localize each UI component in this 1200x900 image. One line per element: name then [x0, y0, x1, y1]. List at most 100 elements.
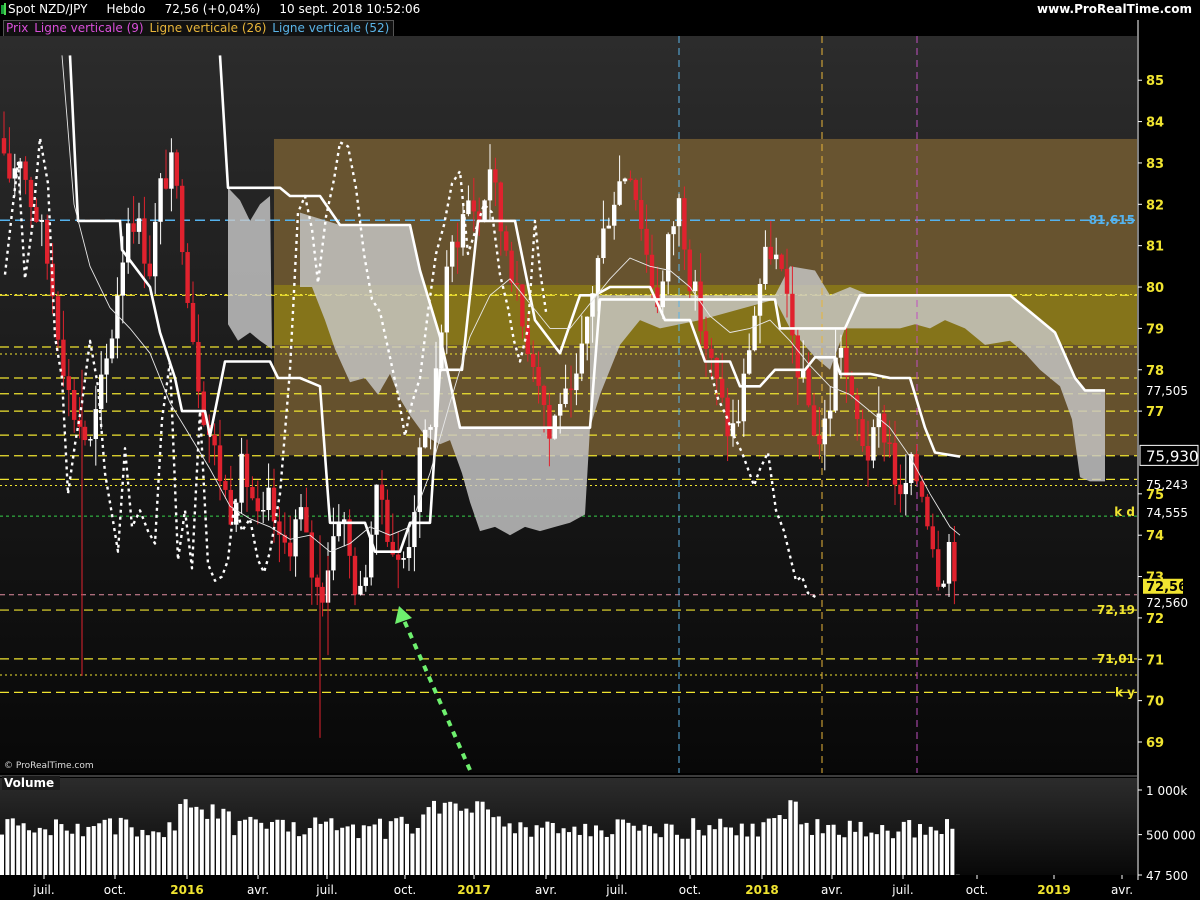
candle-down[interactable] — [163, 178, 169, 189]
volume-bar[interactable] — [934, 830, 939, 875]
volume-bar[interactable] — [518, 822, 523, 875]
candle-up[interactable] — [482, 200, 487, 220]
candle-down[interactable] — [309, 532, 314, 578]
volume-bar[interactable] — [567, 832, 571, 875]
volume-bar[interactable] — [372, 824, 377, 875]
candle-down[interactable] — [201, 391, 206, 425]
candle-down[interactable] — [379, 484, 385, 500]
candle-down[interactable] — [639, 199, 644, 229]
candle-down[interactable] — [849, 376, 854, 396]
volume-bar[interactable] — [513, 833, 517, 875]
volume-bar[interactable] — [928, 826, 933, 875]
candle-up[interactable] — [423, 429, 428, 448]
volume-bar[interactable] — [642, 824, 647, 875]
volume-bar[interactable] — [950, 828, 955, 875]
candle-up[interactable] — [401, 558, 406, 560]
volume-bar[interactable] — [577, 834, 582, 875]
candle-up[interactable] — [358, 585, 363, 595]
volume-bar[interactable] — [237, 820, 242, 875]
candle-down[interactable] — [180, 185, 185, 253]
candle-down[interactable] — [806, 368, 811, 406]
volume-bar[interactable] — [658, 837, 663, 875]
volume-bar[interactable] — [480, 801, 485, 875]
candle-down[interactable] — [698, 281, 703, 332]
volume-bar[interactable] — [167, 822, 172, 875]
candle-down[interactable] — [320, 586, 325, 603]
volume-bar[interactable] — [70, 833, 75, 875]
volume-bar[interactable] — [864, 836, 868, 875]
candle-down[interactable] — [817, 435, 822, 445]
candle-down[interactable] — [844, 347, 849, 377]
candle-down[interactable] — [509, 250, 514, 284]
volume-bar[interactable] — [637, 830, 642, 875]
candle-down[interactable] — [244, 453, 250, 488]
volume-bar[interactable] — [453, 803, 458, 875]
volume-bar[interactable] — [777, 815, 782, 875]
volume-bar[interactable] — [86, 826, 91, 875]
volume-bar[interactable] — [826, 824, 831, 875]
volume-bar[interactable] — [874, 834, 879, 875]
candle-down[interactable] — [55, 296, 61, 340]
candle-up[interactable] — [828, 410, 833, 419]
volume-bar[interactable] — [842, 837, 847, 875]
candle-down[interactable] — [644, 228, 649, 255]
candle-down[interactable] — [865, 446, 871, 461]
candle-up[interactable] — [120, 262, 125, 296]
candle-down[interactable] — [72, 390, 77, 420]
volume-bar[interactable] — [745, 836, 750, 875]
candle-down[interactable] — [520, 284, 525, 327]
candle-up[interactable] — [158, 178, 163, 222]
candle-up[interactable] — [363, 577, 368, 586]
volume-bar[interactable] — [113, 834, 118, 875]
volume-bar[interactable] — [939, 833, 944, 875]
candle-up[interactable] — [903, 482, 908, 495]
volume-bar[interactable] — [189, 807, 193, 875]
candle-down[interactable] — [455, 241, 460, 248]
volume-bar[interactable] — [307, 828, 312, 875]
volume-bar[interactable] — [124, 819, 129, 875]
volume-bar[interactable] — [712, 829, 717, 875]
candle-down[interactable] — [142, 218, 147, 264]
candle-up[interactable] — [774, 254, 779, 260]
candle-up[interactable] — [941, 583, 946, 587]
candle-up[interactable] — [342, 519, 347, 522]
candle-up[interactable] — [590, 293, 595, 317]
candle-down[interactable] — [147, 263, 152, 277]
volume-bar[interactable] — [901, 821, 906, 875]
candle-down[interactable] — [493, 169, 498, 183]
candle-up[interactable] — [606, 225, 611, 229]
volume-bar[interactable] — [145, 835, 150, 875]
candle-down[interactable] — [649, 254, 655, 288]
candle-down[interactable] — [514, 283, 520, 285]
volume-bar[interactable] — [907, 820, 912, 875]
candle-down[interactable] — [720, 378, 725, 398]
volume-bar[interactable] — [253, 819, 258, 875]
volume-bar[interactable] — [410, 833, 415, 875]
volume-bar[interactable] — [5, 819, 10, 875]
candle-down[interactable] — [45, 219, 50, 264]
volume-bar[interactable] — [702, 835, 706, 875]
candle-down[interactable] — [504, 231, 509, 251]
candle-down[interactable] — [498, 182, 503, 232]
volume-bar[interactable] — [297, 836, 301, 875]
candle-down[interactable] — [536, 366, 541, 386]
volume-bar[interactable] — [264, 828, 269, 875]
volume-bar[interactable] — [221, 808, 226, 875]
candle-down[interactable] — [7, 153, 12, 179]
volume-bar[interactable] — [226, 811, 231, 875]
candle-up[interactable] — [585, 316, 590, 344]
candle-up[interactable] — [444, 266, 449, 333]
candle-down[interactable] — [396, 554, 401, 560]
volume-bar[interactable] — [329, 818, 334, 875]
candle-down[interactable] — [882, 413, 887, 443]
candle-up[interactable] — [104, 358, 109, 375]
volume-bar[interactable] — [43, 829, 48, 875]
candle-up[interactable] — [412, 512, 417, 548]
volume-bar[interactable] — [783, 819, 787, 875]
candle-down[interactable] — [352, 555, 358, 595]
volume-bar[interactable] — [523, 827, 528, 875]
volume-bar[interactable] — [172, 830, 177, 875]
volume-bar[interactable] — [675, 834, 679, 875]
candle-down[interactable] — [347, 519, 352, 556]
candle-down[interactable] — [914, 454, 919, 482]
